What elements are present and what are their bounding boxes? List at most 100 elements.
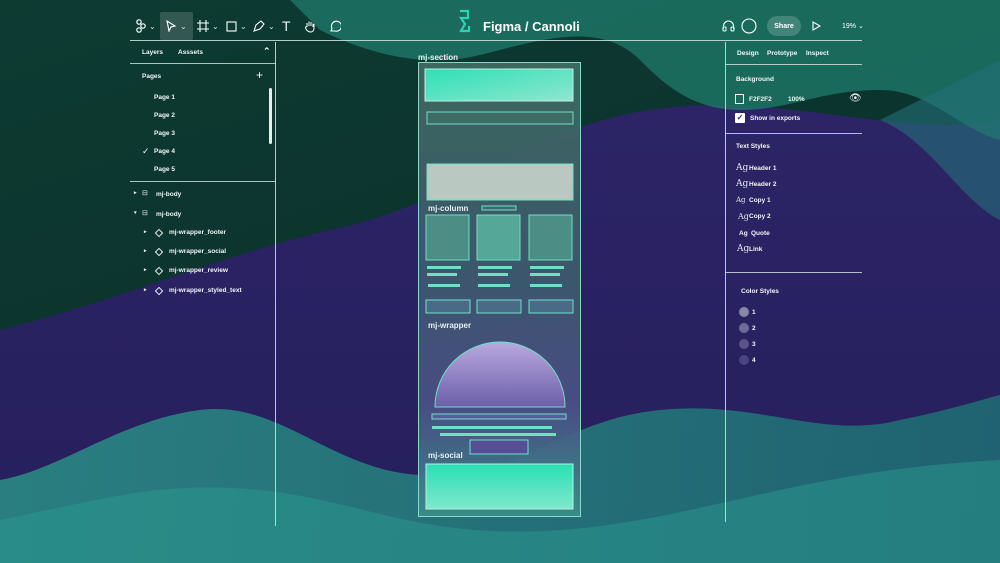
figma-logo-icon	[456, 9, 476, 40]
layer-item[interactable]: mj-body	[156, 191, 181, 198]
color-style-item[interactable]: 4	[752, 357, 756, 364]
canvas-label-wrapper[interactable]: mj-wrapper	[428, 321, 471, 330]
chevron-down-icon: ⌄	[149, 21, 156, 31]
color-style-item[interactable]: 2	[752, 325, 756, 332]
zoom-value: 19%	[842, 23, 857, 30]
shape-tool-button[interactable]: ⌄	[226, 14, 247, 38]
caret-right-icon[interactable]: ▸	[144, 287, 147, 293]
tab-prototype[interactable]: Prototype	[767, 50, 797, 57]
panel-divider	[725, 133, 862, 134]
hand-icon	[305, 21, 315, 33]
background-opacity-input[interactable]: 100%	[788, 96, 805, 103]
frame-tool-button[interactable]: ⌄	[197, 14, 219, 38]
hand-tool-button[interactable]	[304, 14, 316, 38]
chevron-down-icon: ⌄	[240, 21, 247, 31]
text-tool-button[interactable]: T	[282, 14, 291, 38]
caret-right-icon[interactable]: ▸	[134, 190, 137, 196]
collapse-chevron-up-icon[interactable]: ⌃	[263, 46, 271, 57]
canvas-label-social[interactable]: mj-social	[428, 451, 463, 460]
move-tool-button[interactable]: ⌄	[160, 12, 193, 40]
figma-menu-icon	[136, 19, 146, 33]
text-style-icon: Ag	[736, 196, 746, 204]
canvas-label-column[interactable]: mj-column	[428, 204, 468, 213]
caret-right-icon[interactable]: ▸	[144, 267, 147, 273]
left-panel-border	[275, 42, 276, 526]
share-button[interactable]: Share	[767, 16, 801, 36]
text-style-icon: Ag	[736, 179, 749, 189]
pen-icon	[253, 20, 265, 32]
page-item[interactable]: Page 1	[154, 94, 175, 101]
background-hex-input[interactable]: F2F2F2	[749, 96, 772, 103]
avatar-icon	[741, 18, 757, 34]
toolbar: ⌄ ⌄ ⌄ ⌄ ⌄ T Figma / Cannoli Share 19% ⌄	[0, 0, 1000, 42]
panel-divider	[130, 181, 276, 182]
layer-item[interactable]: mj-body	[156, 211, 181, 218]
caret-right-icon[interactable]: ▸	[144, 248, 147, 254]
page-item[interactable]: Page 2	[154, 112, 175, 119]
text-styles-heading: Text Styles	[736, 143, 770, 150]
checkmark-icon: ✓	[142, 146, 150, 156]
frame-icon	[197, 20, 209, 32]
frame-layer-icon: ⊟	[142, 190, 148, 197]
tab-design[interactable]: Design	[737, 50, 759, 57]
cursor-icon	[166, 20, 177, 32]
color-style-item[interactable]: 3	[752, 341, 756, 348]
panel-divider	[130, 63, 276, 64]
color-style-swatch[interactable]	[739, 339, 749, 349]
main-menu-button[interactable]: ⌄	[136, 14, 156, 38]
caret-right-icon[interactable]: ▸	[144, 229, 147, 235]
layer-item[interactable]: mj-wrapper_footer	[169, 229, 226, 236]
caret-down-icon[interactable]: ▾	[134, 210, 137, 216]
headphones-icon	[722, 20, 735, 32]
text-style-item[interactable]: Header 1	[749, 165, 776, 172]
toolbar-divider	[130, 40, 862, 41]
pages-heading: Pages	[142, 73, 162, 80]
eye-icon[interactable]: 👁	[849, 93, 862, 104]
pages-scrollbar[interactable]	[269, 88, 272, 144]
background-heading: Background	[736, 76, 774, 83]
file-title[interactable]: Figma / Cannoli	[483, 19, 580, 34]
tab-assets[interactable]: Asssets	[178, 49, 203, 56]
chevron-down-icon: ⌄	[857, 23, 864, 30]
comment-icon	[330, 20, 341, 32]
color-style-swatch[interactable]	[739, 307, 749, 317]
show-in-exports-label: Show in exports	[750, 115, 801, 122]
present-button[interactable]	[812, 14, 821, 38]
comment-tool-button[interactable]	[329, 14, 341, 38]
chevron-down-icon: ⌄	[180, 21, 187, 31]
frame-layer-icon: ⊟	[142, 210, 148, 217]
play-icon	[812, 21, 821, 31]
tab-inspect[interactable]: Inspect	[806, 50, 829, 57]
page-item-current[interactable]: Page 4	[154, 148, 175, 155]
color-style-item[interactable]: 1	[752, 309, 756, 316]
rectangle-icon	[226, 20, 237, 32]
zoom-dropdown[interactable]: 19% ⌄	[842, 22, 864, 30]
text-style-icon: Ag	[737, 244, 750, 254]
audio-button[interactable]	[722, 14, 735, 38]
text-style-item[interactable]: Copy 2	[749, 213, 771, 220]
email-frame[interactable]: mj-column mj-wrapper mj-social	[418, 62, 581, 517]
text-tool-icon: T	[282, 18, 291, 34]
user-avatar[interactable]	[741, 14, 757, 38]
add-page-button[interactable]: +	[256, 68, 263, 82]
page-item[interactable]: Page 5	[154, 166, 175, 173]
text-style-item[interactable]: Quote	[751, 230, 770, 237]
layer-item[interactable]: mj-wrapper_styled_text	[169, 287, 242, 294]
chevron-down-icon: ⌄	[212, 21, 219, 31]
text-style-item[interactable]: Link	[749, 246, 762, 253]
text-style-item[interactable]: Copy 1	[749, 197, 771, 204]
right-panel-border	[725, 42, 726, 522]
show-in-exports-checkbox[interactable]: ✓	[735, 113, 745, 123]
color-style-swatch[interactable]	[739, 323, 749, 333]
chevron-down-icon: ⌄	[268, 21, 275, 31]
layer-item[interactable]: mj-wrapper_social	[169, 248, 226, 255]
layer-item[interactable]: mj-wrapper_review	[169, 267, 228, 274]
panel-divider	[725, 272, 862, 273]
tab-layers[interactable]: Layers	[142, 49, 163, 56]
background-swatch[interactable]	[735, 94, 744, 104]
text-style-item[interactable]: Header 2	[749, 181, 776, 188]
color-style-swatch[interactable]	[739, 355, 749, 365]
canvas-label-section[interactable]: mj-section	[418, 53, 458, 62]
page-item[interactable]: Page 3	[154, 130, 175, 137]
pen-tool-button[interactable]: ⌄	[253, 14, 275, 38]
